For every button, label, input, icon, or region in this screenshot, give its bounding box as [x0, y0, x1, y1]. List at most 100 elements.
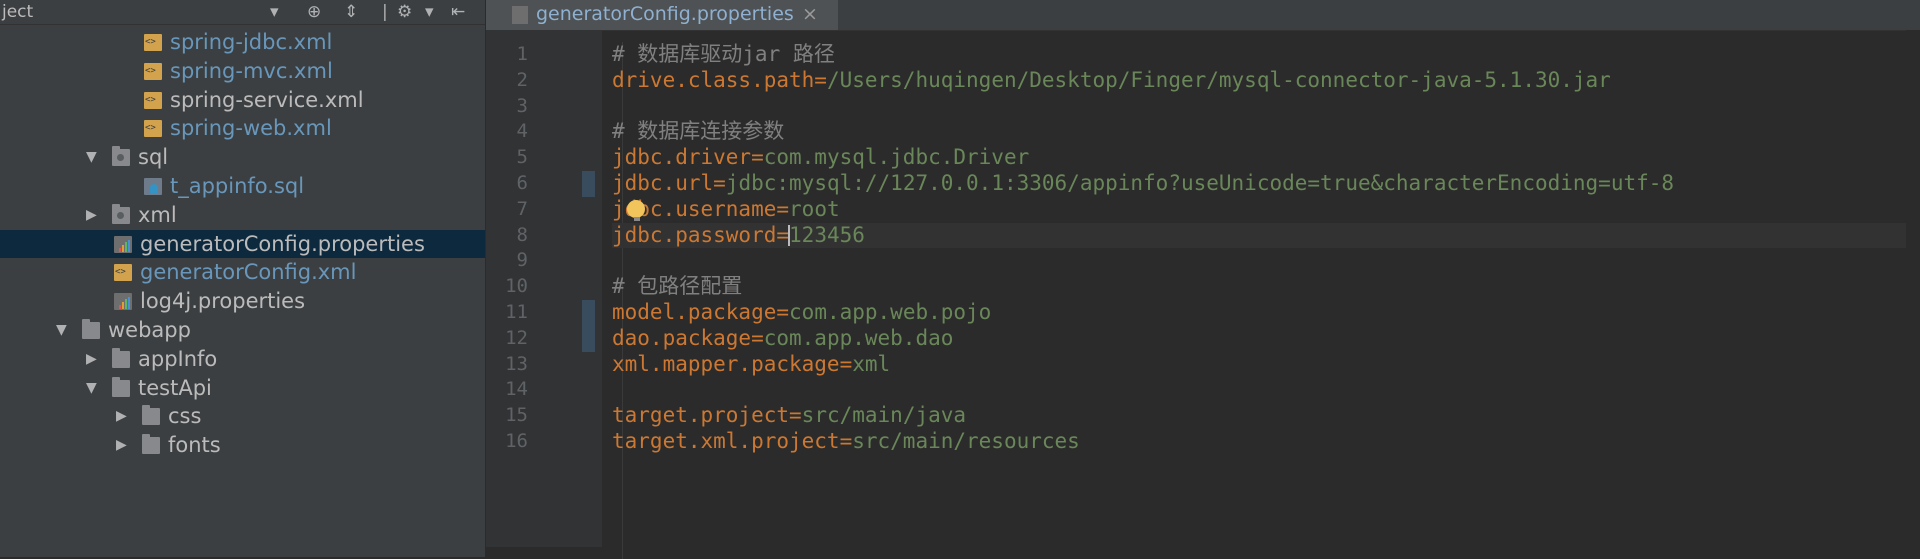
collapse-all-icon[interactable]: ⇕: [344, 2, 358, 22]
gear-icon[interactable]: ⚙: [397, 2, 412, 22]
equals-sign: =: [751, 145, 764, 170]
code-line[interactable]: xml.mapper.package=xml: [612, 352, 1920, 378]
property-value: root: [789, 196, 840, 221]
vertical-scrollbar[interactable]: [1906, 30, 1920, 557]
tree-item-label: spring-jdbc.xml: [170, 30, 333, 54]
expanded-arrow-icon[interactable]: ▼: [56, 320, 67, 340]
line-number: 13: [505, 352, 528, 375]
property-value: jdbc:mysql://127.0.0.1:3306/appinfo?useU…: [725, 171, 1675, 195]
equals-sign: =: [713, 171, 726, 195]
tree-item[interactable]: log4j.properties: [0, 287, 485, 316]
code-line[interactable]: jdbc.url=jdbc:mysql://127.0.0.1:3306/app…: [612, 171, 1920, 197]
tree-item[interactable]: generatorConfig.xml: [0, 258, 485, 287]
code-line[interactable]: dao.package=com.app.web.dao: [612, 326, 1920, 352]
code-line[interactable]: drive.class.path=/Users/huqingen/Desktop…: [612, 68, 1920, 94]
tree-item[interactable]: generatorConfig.properties: [0, 229, 485, 259]
folder-icon: [112, 347, 130, 368]
line-number: 16: [505, 430, 528, 452]
expanded-arrow-icon[interactable]: ▼: [86, 378, 97, 398]
code-line[interactable]: # 数据库连接参数: [612, 119, 1920, 145]
change-marker[interactable]: [582, 171, 595, 197]
equals-sign: =: [839, 429, 853, 453]
dropdown-arrow-icon[interactable]: ▾: [270, 2, 279, 22]
line-number: 11: [505, 301, 528, 323]
chevron-down-icon[interactable]: ▾: [425, 2, 434, 22]
line-number: 4: [516, 120, 528, 143]
tree-item-label: generatorConfig.xml: [140, 260, 357, 285]
tree-item-label: spring-web.xml: [170, 116, 332, 141]
equals-sign: =: [776, 222, 790, 247]
tree-item[interactable]: ▶ xml: [0, 201, 485, 230]
collapsed-arrow-icon[interactable]: ▶: [116, 435, 127, 455]
tree-item[interactable]: ▼ testApi: [0, 374, 485, 403]
tree-item-label: generatorConfig.properties: [140, 231, 425, 256]
change-marker[interactable]: [582, 300, 595, 326]
tab-label: generatorConfig.properties: [536, 3, 794, 25]
tree-item[interactable]: spring-jdbc.xml: [0, 28, 485, 57]
tree-item[interactable]: ▶ css: [0, 402, 485, 431]
project-tree: spring-jdbc.xml spring-mvc.xml spring-serv…: [0, 28, 485, 460]
properties-file-icon: [114, 293, 132, 311]
resource-folder-icon: [112, 203, 130, 224]
tree-item-label: css: [168, 404, 202, 429]
intention-bulb-icon[interactable]: [627, 199, 645, 221]
property-value: /Users/huqingen/Desktop/Finger/mysql-con…: [826, 67, 1611, 92]
folder-icon: [142, 405, 160, 426]
code-line[interactable]: jdbc.driver=com.mysql.jdbc.Driver: [612, 145, 1920, 171]
property-key: jdbc.driver: [612, 145, 752, 170]
line-number: 8: [516, 223, 528, 246]
equals-sign: =: [776, 300, 790, 324]
xml-file-icon: [144, 120, 162, 138]
divider-icon: |: [382, 2, 388, 22]
collapsed-arrow-icon[interactable]: ▶: [86, 349, 97, 369]
code-line[interactable]: [612, 377, 1920, 403]
property-value: com.mysql.jdbc.Driver: [763, 145, 1030, 170]
equals-sign: =: [789, 403, 802, 428]
tree-item[interactable]: spring-service.xml: [0, 86, 485, 115]
code-line[interactable]: [612, 248, 1920, 274]
property-key: jdbc.password: [612, 222, 777, 247]
tree-item[interactable]: spring-mvc.xml: [0, 57, 485, 86]
equals-sign: =: [814, 67, 827, 92]
code-comment: # 数据库驱动jar 路径: [612, 42, 835, 66]
editor-pane: generatorConfig.properties × 1 2 3 4 5 6 7 8 9 10…: [486, 0, 1920, 559]
code-line[interactable]: target.project=src/main/java: [612, 403, 1920, 429]
code-line[interactable]: [612, 94, 1920, 120]
tree-item[interactable]: ▶ fonts: [0, 431, 485, 460]
locate-target-icon[interactable]: ⊕: [307, 2, 321, 22]
tree-item-label: t_appinfo.sql: [170, 173, 305, 198]
tree-item[interactable]: spring-web.xml: [0, 114, 485, 143]
tree-item[interactable]: t_appinfo.sql: [0, 172, 485, 201]
expanded-arrow-icon[interactable]: ▼: [86, 147, 97, 167]
xml-file-icon: [144, 34, 162, 51]
tree-item[interactable]: ▼ webapp: [0, 316, 485, 345]
collapsed-arrow-icon[interactable]: ▶: [116, 406, 127, 426]
code-line[interactable]: jdbc.password=123456: [612, 222, 1920, 249]
property-value: src/main/resources: [852, 429, 1080, 453]
line-number: 10: [505, 275, 528, 298]
line-number-gutter[interactable]: 1 2 3 4 5 6 7 8 9 10 11 12 13 14 15 16: [486, 30, 602, 547]
project-panel-header: ject ▾ ⊕ ⇕ | ⚙ ▾ ⇤: [0, 0, 485, 25]
tab-generatorconfig-properties[interactable]: generatorConfig.properties ×: [486, 0, 838, 30]
line-number: 12: [505, 326, 528, 349]
line-number: 5: [516, 146, 528, 169]
code-line[interactable]: model.package=com.app.web.pojo: [612, 300, 1920, 326]
hide-panel-icon[interactable]: ⇤: [451, 2, 465, 22]
properties-file-icon: [114, 235, 132, 253]
tree-item-label: xml: [138, 202, 177, 227]
code-area[interactable]: # 数据库驱动jar 路径 drive.class.path=/Users/huq…: [612, 42, 1920, 559]
code-line[interactable]: # 数据库驱动jar 路径: [612, 42, 1920, 68]
project-panel: ject ▾ ⊕ ⇕ | ⚙ ▾ ⇤ spring-jdbc.xmlspring…: [0, 0, 486, 557]
collapsed-arrow-icon[interactable]: ▶: [86, 205, 97, 225]
line-number: 9: [516, 249, 528, 272]
code-line[interactable]: jdbc.username=root: [612, 197, 1920, 223]
code-line[interactable]: target.xml.project=src/main/resources: [612, 429, 1920, 455]
code-line[interactable]: # 包路径配置: [612, 274, 1920, 300]
tree-item[interactable]: ▼ sql: [0, 143, 485, 172]
property-key: target.project: [612, 403, 790, 428]
close-icon[interactable]: ×: [802, 2, 818, 26]
change-marker[interactable]: [582, 325, 595, 352]
tree-item[interactable]: ▶ appInfo: [0, 345, 485, 374]
line-number: 6: [516, 172, 528, 194]
tree-item-label: webapp: [108, 317, 191, 342]
